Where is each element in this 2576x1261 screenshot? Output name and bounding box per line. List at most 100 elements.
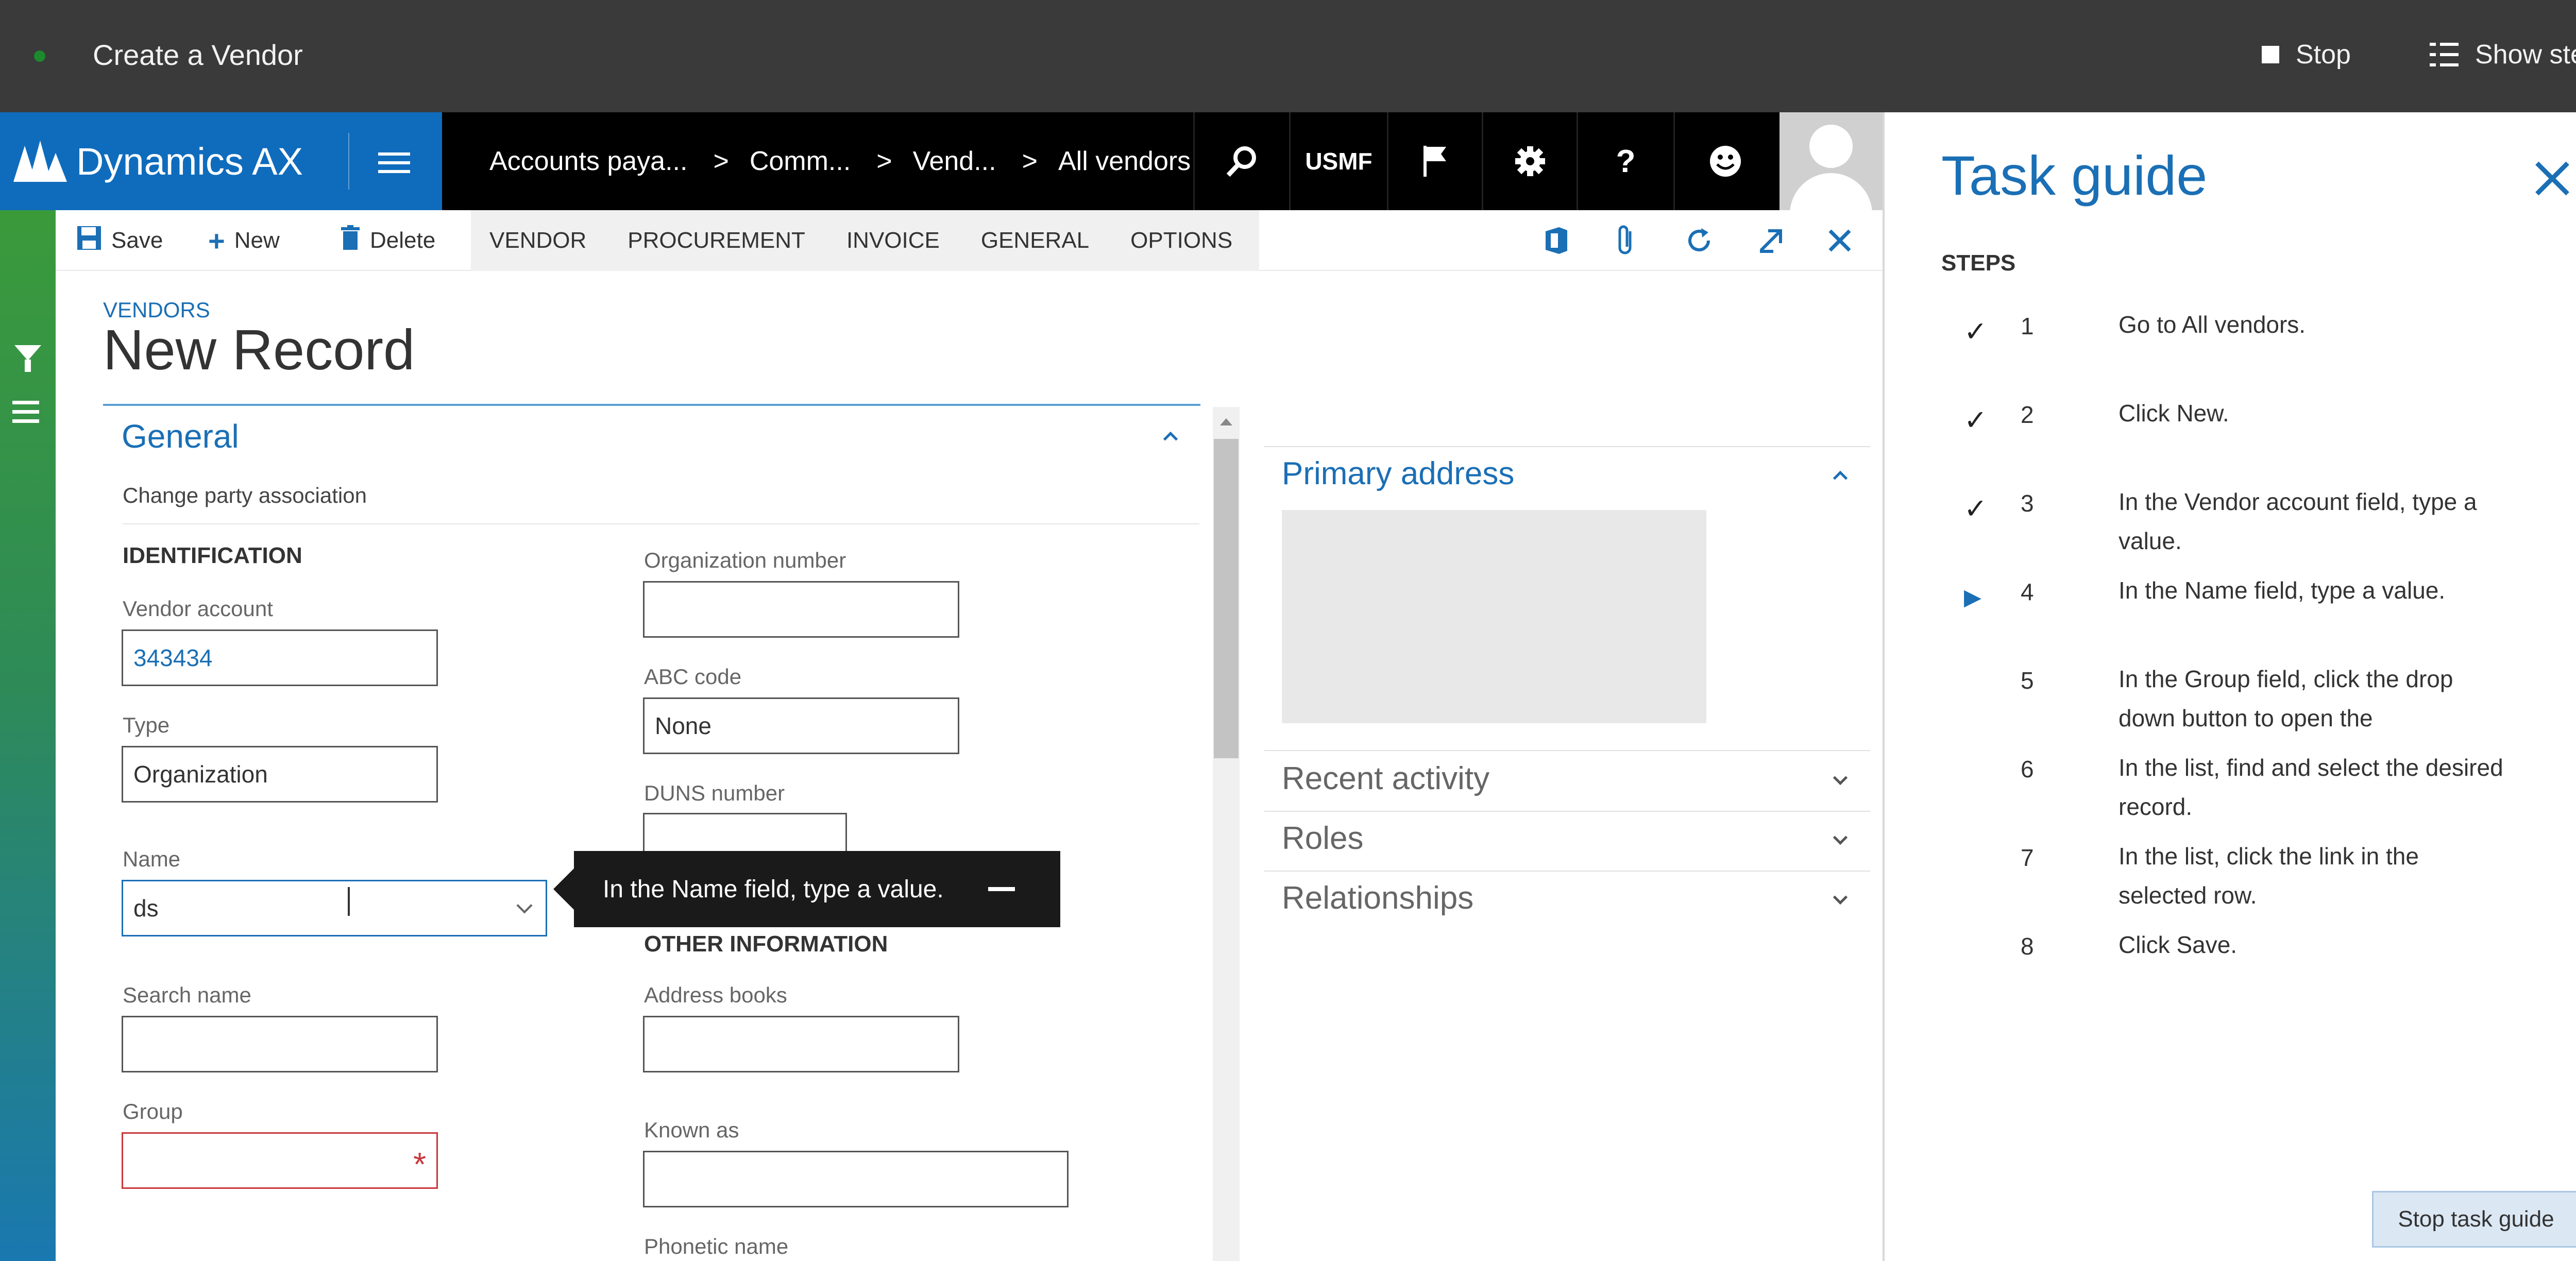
collapse-chevron-icon[interactable] [1833, 470, 1848, 486]
vendor-account-field[interactable]: 343434 [122, 629, 438, 686]
type-label: Type [123, 713, 170, 737]
close-icon[interactable] [2531, 157, 2574, 200]
abc-code-field[interactable]: None [643, 697, 959, 754]
expand-chevron-icon[interactable] [1833, 830, 1848, 845]
step-number: 3 [2021, 490, 2034, 517]
breadcrumb-item[interactable]: Comm... [750, 146, 851, 177]
recent-activity-pane-title[interactable]: Recent activity [1282, 760, 1489, 797]
action-menu-tabs: VENDOR PROCUREMENT INVOICE GENERAL OPTIO… [471, 210, 1259, 271]
task-guide-callout: In the Name field, type a value. [553, 851, 1060, 927]
step-number: 1 [2021, 313, 2034, 339]
expand-chevron-icon[interactable] [1833, 770, 1848, 786]
duns-number-field[interactable] [643, 813, 847, 855]
show-steps-label: Show steps [2475, 40, 2576, 70]
abc-code-label: ABC code [644, 664, 742, 689]
tab-procurement[interactable]: PROCUREMENT [628, 228, 805, 253]
tab-vendor[interactable]: VENDOR [489, 228, 586, 253]
brand-divider [348, 133, 349, 190]
flag-icon[interactable] [1387, 112, 1482, 210]
change-party-association-button[interactable]: Change party association [123, 483, 367, 508]
group-field[interactable]: * [122, 1132, 438, 1189]
step-text: In the Group field, click the drop down … [2119, 666, 2453, 731]
action-pane: Save + New Delete VENDOR PROCUREMENT INV… [56, 210, 1883, 271]
fact-pane-divider [1264, 871, 1870, 872]
refresh-icon[interactable] [1685, 210, 1714, 271]
step-text: Click New. [2119, 400, 2229, 427]
recording-indicator-icon [34, 50, 45, 62]
breadcrumb-item[interactable]: All vendors [1058, 146, 1191, 177]
general-section-title[interactable]: General [122, 417, 239, 455]
delete-button[interactable]: Delete [340, 210, 435, 271]
minimize-callout-icon[interactable] [988, 887, 1015, 891]
step-number: 2 [2021, 401, 2034, 428]
type-field[interactable]: Organization [122, 746, 438, 803]
vendor-account-label: Vendor account [123, 597, 273, 621]
company-picker[interactable]: USMF [1289, 112, 1387, 210]
open-in-new-window-icon[interactable] [1758, 210, 1784, 271]
plus-icon: + [208, 224, 225, 257]
name-field[interactable]: ds [122, 880, 547, 936]
attachment-icon[interactable] [1616, 210, 1636, 271]
step-text: In the Name field, type a value. [2119, 577, 2446, 604]
gear-icon[interactable] [1482, 112, 1577, 210]
organization-number-field[interactable] [643, 581, 959, 638]
avatar[interactable] [1780, 112, 1883, 210]
brand-name: Dynamics AX [76, 140, 303, 183]
chevron-down-icon[interactable] [516, 897, 533, 914]
relationships-pane-title[interactable]: Relationships [1282, 880, 1473, 916]
divider [123, 523, 1199, 524]
search-icon[interactable] [1193, 112, 1289, 210]
duns-number-label: DUNS number [644, 781, 785, 805]
group-label: Group [123, 1099, 183, 1123]
list-view-icon[interactable] [12, 401, 39, 423]
text-cursor-icon [348, 887, 350, 916]
step-text: In the list, click the link in the selec… [2119, 843, 2419, 909]
search-name-label: Search name [123, 983, 251, 1007]
scrollbar-thumb[interactable] [1214, 439, 1239, 758]
scroll-up-arrow-icon[interactable] [1220, 418, 1232, 425]
roles-pane-title[interactable]: Roles [1282, 820, 1364, 857]
dynamics-logo-icon [13, 141, 67, 182]
close-icon[interactable] [1828, 210, 1852, 271]
new-label: New [234, 228, 280, 253]
step-number: 6 [2021, 756, 2034, 782]
stop-task-guide-button[interactable]: Stop task guide [2372, 1191, 2576, 1248]
tab-options[interactable]: OPTIONS [1130, 228, 1232, 253]
save-icon [76, 224, 102, 258]
stop-recording-button[interactable]: Stop [2262, 39, 2351, 70]
collapse-chevron-icon[interactable] [1163, 431, 1178, 447]
office-icon[interactable] [1544, 210, 1569, 271]
show-steps-button[interactable]: Show steps [2430, 39, 2576, 70]
address-books-field[interactable] [643, 1016, 959, 1072]
stop-icon [2262, 46, 2279, 63]
breadcrumb-item[interactable]: Accounts paya... [489, 146, 687, 177]
help-icon[interactable]: ? [1577, 112, 1673, 210]
callout-text: In the Name field, type a value. [603, 875, 944, 903]
brand-area[interactable]: Dynamics AX [0, 112, 442, 210]
known-as-label: Known as [644, 1118, 739, 1142]
address-map [1282, 510, 1706, 723]
fact-pane-divider [1264, 811, 1870, 812]
breadcrumb-item[interactable]: Vend... [913, 146, 996, 177]
stop-label: Stop [2296, 40, 2351, 70]
feedback-smiley-icon[interactable] [1673, 112, 1775, 210]
tab-invoice[interactable]: INVOICE [846, 228, 940, 253]
search-name-field[interactable] [122, 1016, 438, 1072]
checkmark-icon: ✓ [1964, 316, 1988, 347]
fact-pane-divider [1264, 750, 1870, 751]
fact-pane-divider [1264, 446, 1870, 447]
step-number: 4 [2021, 578, 2034, 605]
expand-chevron-icon[interactable] [1833, 890, 1848, 905]
name-field-value: ds [133, 895, 159, 922]
tab-general[interactable]: GENERAL [981, 228, 1089, 253]
steps-heading: STEPS [1941, 250, 2016, 276]
hamburger-menu-icon[interactable] [378, 152, 410, 173]
primary-address-pane-title[interactable]: Primary address [1282, 455, 1514, 492]
step-number: 5 [2021, 667, 2034, 694]
save-button[interactable]: Save [76, 210, 163, 271]
navigation-bar: Dynamics AX Accounts paya... > Comm... >… [0, 112, 1883, 210]
filter-icon[interactable] [14, 345, 41, 372]
known-as-field[interactable] [643, 1151, 1069, 1207]
new-button[interactable]: + New [208, 210, 280, 271]
breadcrumb-separator-icon: > [876, 146, 892, 176]
